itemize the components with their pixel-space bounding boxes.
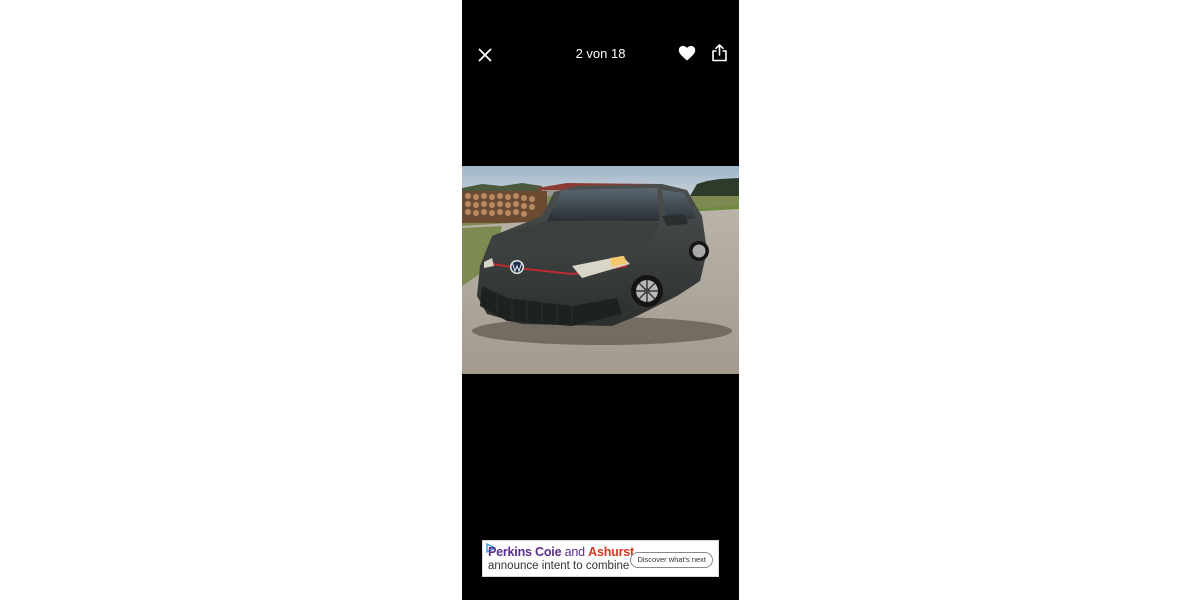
share-icon: [711, 44, 727, 62]
ad-banner[interactable]: Perkins Coie and Ashurst announce intent…: [482, 540, 719, 577]
car-photo[interactable]: [462, 166, 739, 374]
favorite-button[interactable]: [676, 42, 698, 64]
ad-headline: Perkins Coie and Ashurst: [488, 545, 634, 559]
ad-cta-button[interactable]: Discover what's next: [630, 552, 713, 568]
car-photo-illustration: [462, 166, 739, 374]
image-viewer: 2 von 18 Perkins Coie and Ashurst announ…: [462, 0, 739, 600]
ad-brand-2: Ashurst: [588, 545, 634, 559]
share-button[interactable]: [708, 41, 730, 65]
ad-brand-1: Perkins Coie: [488, 545, 562, 559]
ad-connector: and: [561, 545, 589, 559]
heart-icon: [678, 45, 696, 61]
viewer-top-bar: 2 von 18: [462, 0, 739, 110]
ad-subline: announce intent to combine: [488, 560, 630, 572]
